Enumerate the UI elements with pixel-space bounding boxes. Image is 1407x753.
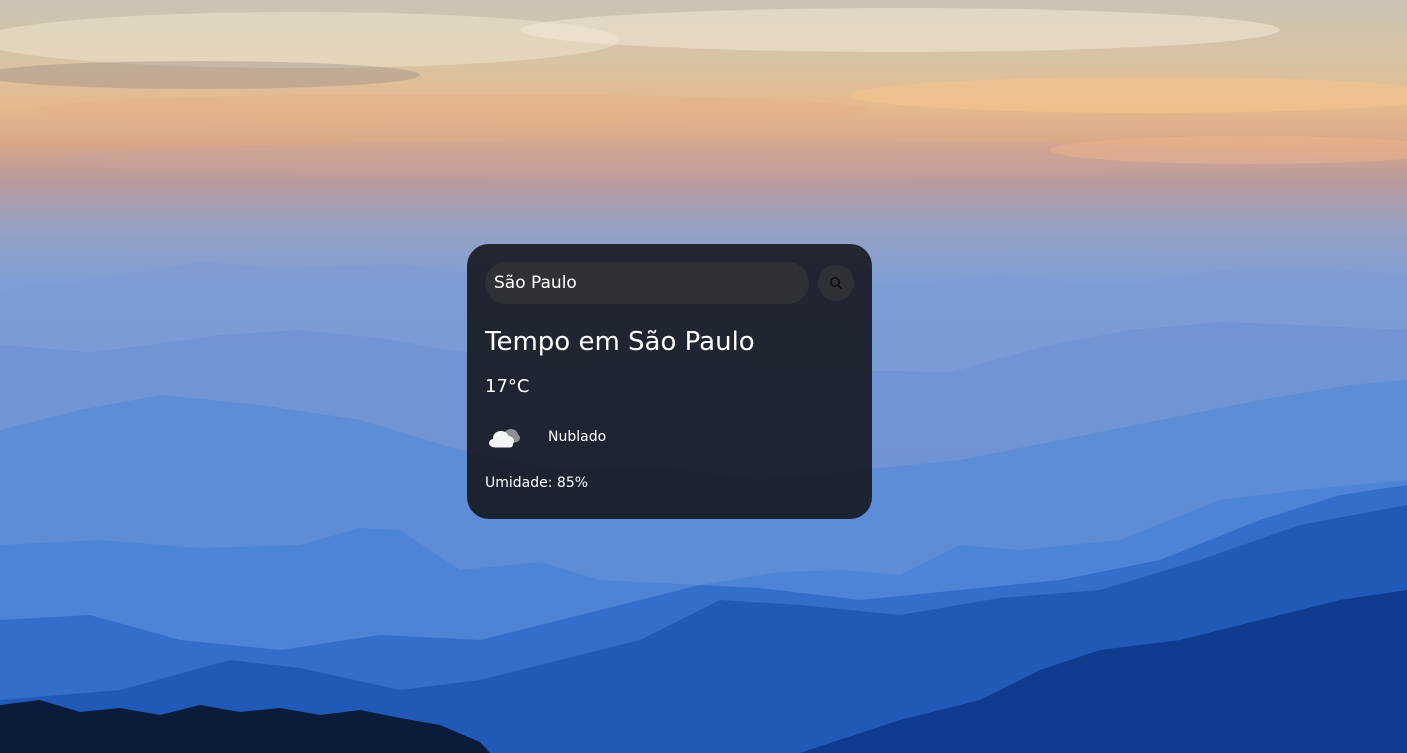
humidity: Umidade: 85%	[485, 475, 589, 491]
search-icon	[830, 277, 843, 290]
background-landscape: Tempo em São Paulo 17°C Nublado Umidade:…	[0, 0, 1407, 753]
city-title: Tempo em São Paulo	[485, 327, 755, 357]
cloud-icon	[485, 417, 525, 457]
weather-card: Tempo em São Paulo 17°C Nublado Umidade:…	[467, 244, 872, 519]
weather-condition: Nublado	[485, 417, 854, 457]
temperature: 17°C	[485, 376, 530, 397]
search-bar	[485, 262, 854, 304]
search-button[interactable]	[818, 265, 854, 301]
search-input[interactable]	[485, 262, 809, 304]
weather-description: Nublado	[548, 429, 607, 445]
